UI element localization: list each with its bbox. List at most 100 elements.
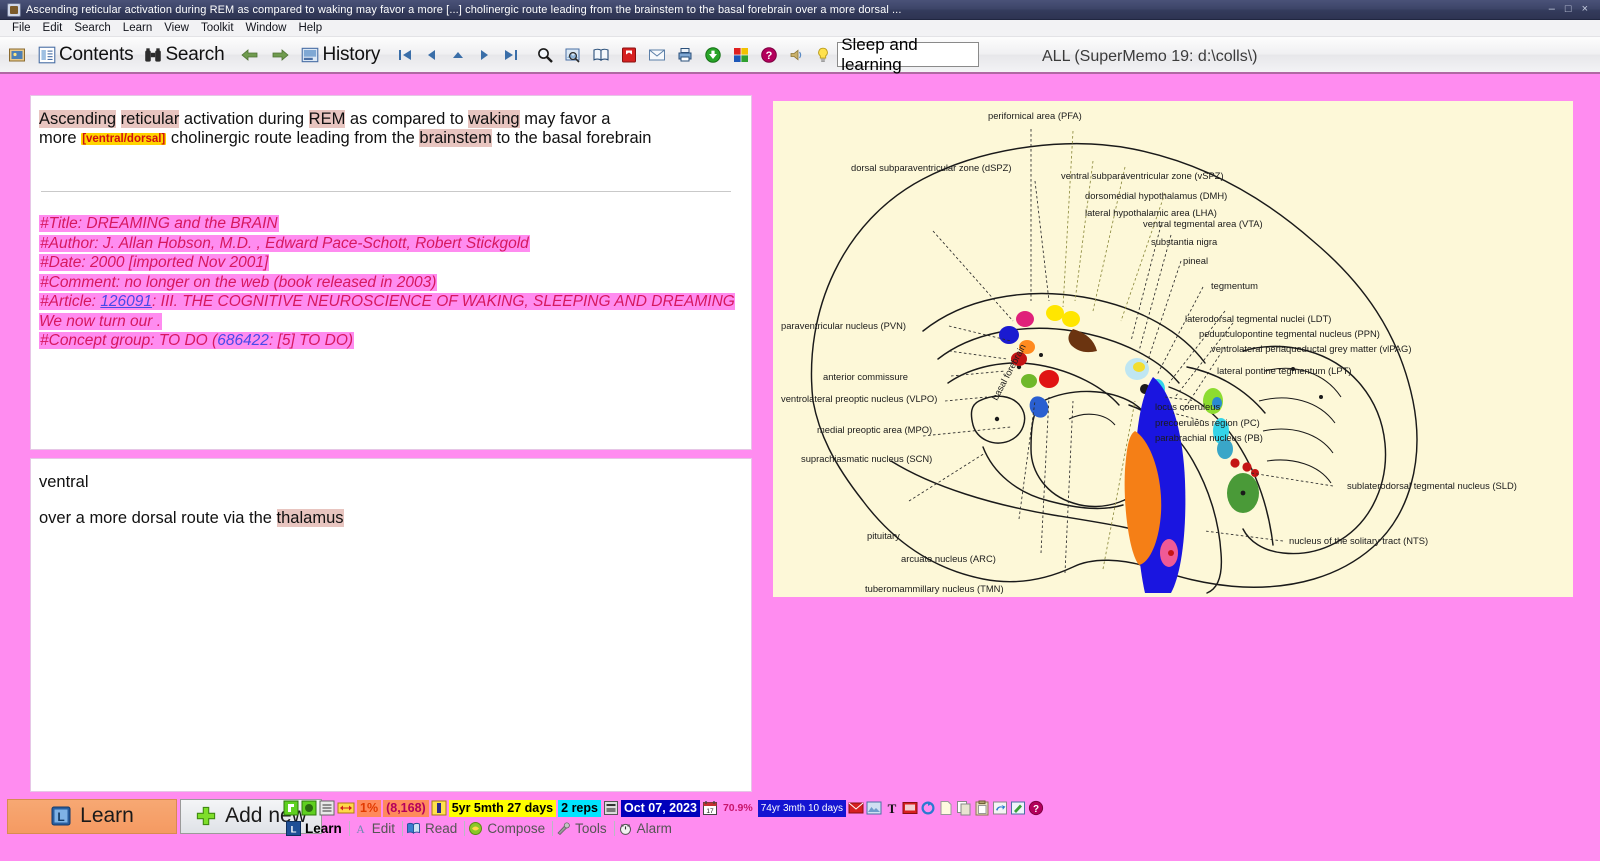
book-icon [592, 46, 610, 64]
interval-icon[interactable] [431, 800, 447, 816]
close-icon[interactable]: × [1582, 4, 1588, 15]
brain-label-mpo: medial preoptic area (MPO) [817, 424, 932, 435]
previous-element-icon [425, 48, 439, 62]
menu-edit[interactable]: Edit [37, 21, 69, 36]
status-element-count[interactable]: (8,168) [383, 800, 429, 817]
menu-file[interactable]: File [6, 21, 37, 36]
new-document-icon[interactable] [938, 800, 954, 816]
undo-icon[interactable] [992, 800, 1008, 816]
nav-prev-button[interactable] [419, 39, 445, 70]
menu-view[interactable]: View [158, 21, 195, 36]
edit-status-icon[interactable] [1010, 800, 1026, 816]
svg-text:L: L [57, 810, 64, 824]
contents-button[interactable]: Contents [32, 39, 138, 70]
nav-up-button[interactable] [445, 39, 471, 70]
bottom-menu-tools[interactable]: Tools [553, 819, 614, 838]
element-type-icon[interactable] [283, 800, 299, 816]
history-icon [300, 45, 320, 65]
menu-help[interactable]: Help [292, 21, 328, 36]
video-status-icon[interactable] [902, 800, 918, 816]
bottom-menu-read[interactable]: Read [403, 819, 464, 838]
calendar-icon[interactable]: 17 [702, 800, 718, 816]
bottom-menu-edit[interactable]: A Edit [350, 819, 402, 838]
status-interval[interactable]: 5yr 5mth 27 days [449, 800, 556, 817]
question-panel[interactable]: Ascending reticular activation during RE… [30, 95, 752, 450]
help-status-icon[interactable]: ? [1028, 800, 1044, 816]
nav-first-button[interactable] [391, 39, 419, 70]
reference-title-value: DREAMING and the BRAIN [86, 215, 277, 232]
minimize-icon[interactable]: – [1549, 4, 1555, 15]
question-highlight-reticular: reticular [121, 110, 180, 128]
menu-search[interactable]: Search [68, 21, 116, 36]
question-mid-2: as compared to [345, 110, 468, 128]
reference-title-line: #Title: DREAMING and the BRAIN [39, 214, 741, 234]
contents-icon [37, 45, 57, 65]
reference-article-link[interactable]: 126091 [100, 293, 152, 310]
status-retention[interactable]: 70.9% [720, 800, 756, 817]
print-button[interactable] [671, 39, 699, 70]
bottom-bar: L Learn Add new [0, 797, 1600, 861]
bottom-menu-compose[interactable]: Compose [465, 819, 552, 838]
sound-button[interactable] [783, 39, 811, 70]
dictionary-button[interactable] [587, 39, 615, 70]
reference-concept-link[interactable]: 686422 [217, 332, 269, 349]
layout-button[interactable] [727, 39, 755, 70]
tasklist-button[interactable] [615, 39, 643, 70]
search-input[interactable]: Sleep and learning [837, 42, 979, 67]
reference-concept-tail: : [5] TO DO) [269, 332, 353, 349]
back-button[interactable] [235, 39, 265, 70]
paste-icon[interactable] [974, 800, 990, 816]
menu-learn[interactable]: Learn [117, 21, 158, 36]
menu-toolkit[interactable]: Toolkit [195, 21, 240, 36]
import-button[interactable] [699, 39, 727, 70]
svg-text:A: A [356, 824, 365, 836]
reference-title-label: #Title: [40, 215, 82, 232]
image-search-button[interactable] [559, 39, 587, 70]
nav-next-button[interactable] [471, 39, 497, 70]
menu-window[interactable]: Window [240, 21, 293, 36]
collection-icon-button[interactable] [2, 39, 32, 70]
bottom-menu-alarm[interactable]: Alarm [615, 819, 679, 838]
brain-label-vspz: ventral subparaventricular zone (vSPZ) [1061, 170, 1224, 181]
refresh-status-icon[interactable] [920, 800, 936, 816]
brain-label-vlpag: ventrolateral periaqueductal grey matter… [1211, 343, 1411, 354]
brain-label-scn: suprachiasmatic nucleus (SCN) [801, 453, 932, 464]
help-button[interactable]: ? [755, 39, 783, 70]
status-due-date[interactable]: Oct 07, 2023 [621, 800, 700, 817]
status-priority-percent[interactable]: 1% [357, 800, 381, 817]
binoculars-icon [143, 45, 163, 65]
maximize-icon[interactable]: □ [1565, 4, 1572, 15]
due-date-icon[interactable] [603, 800, 619, 816]
bottom-menu-learn[interactable]: L Learn [283, 819, 349, 838]
interval-arrows-icon[interactable] [337, 800, 355, 816]
brain-label-pineal: pineal [1183, 255, 1208, 266]
find-button[interactable] [531, 39, 559, 70]
search-button[interactable]: Search [138, 39, 229, 70]
status-repetitions[interactable]: 2 reps [558, 800, 601, 817]
learn-button[interactable]: L Learn [7, 799, 177, 834]
mail-button[interactable] [643, 39, 671, 70]
bottom-menu-tools-label: Tools [575, 821, 607, 836]
image-status-icon[interactable] [866, 800, 882, 816]
text-lines-icon[interactable] [319, 800, 335, 816]
search-input-value: Sleep and learning [841, 35, 975, 75]
reference-date-value: 2000 [imported Nov 2001] [90, 254, 268, 271]
hint-button[interactable] [811, 39, 835, 70]
brain-label-vlpo: ventrolateral preoptic nucleus (VLPO) [781, 393, 937, 404]
font-status-icon[interactable]: T [884, 800, 900, 816]
status-total-span[interactable]: 74yr 3mth 10 days [758, 800, 846, 817]
brain-diagram-panel[interactable]: basal forebrain [773, 101, 1573, 597]
magnifier-icon [536, 46, 554, 64]
svg-text:17: 17 [706, 808, 714, 815]
concept-icon[interactable] [301, 800, 317, 816]
copy-icon[interactable] [956, 800, 972, 816]
answer-panel[interactable]: ventral over a more dorsal route via the… [30, 458, 752, 792]
window-controls[interactable]: – □ × [1549, 4, 1596, 15]
forward-button[interactable] [265, 39, 295, 70]
mail-status-icon[interactable] [848, 800, 864, 816]
brain-label-locus-coeruleus: locus coeruleus [1155, 401, 1220, 412]
history-button[interactable]: History [295, 39, 385, 70]
lightbulb-icon [816, 46, 830, 64]
nav-last-button[interactable] [497, 39, 525, 70]
question-highlight-brainstem: brainstem [419, 129, 491, 147]
